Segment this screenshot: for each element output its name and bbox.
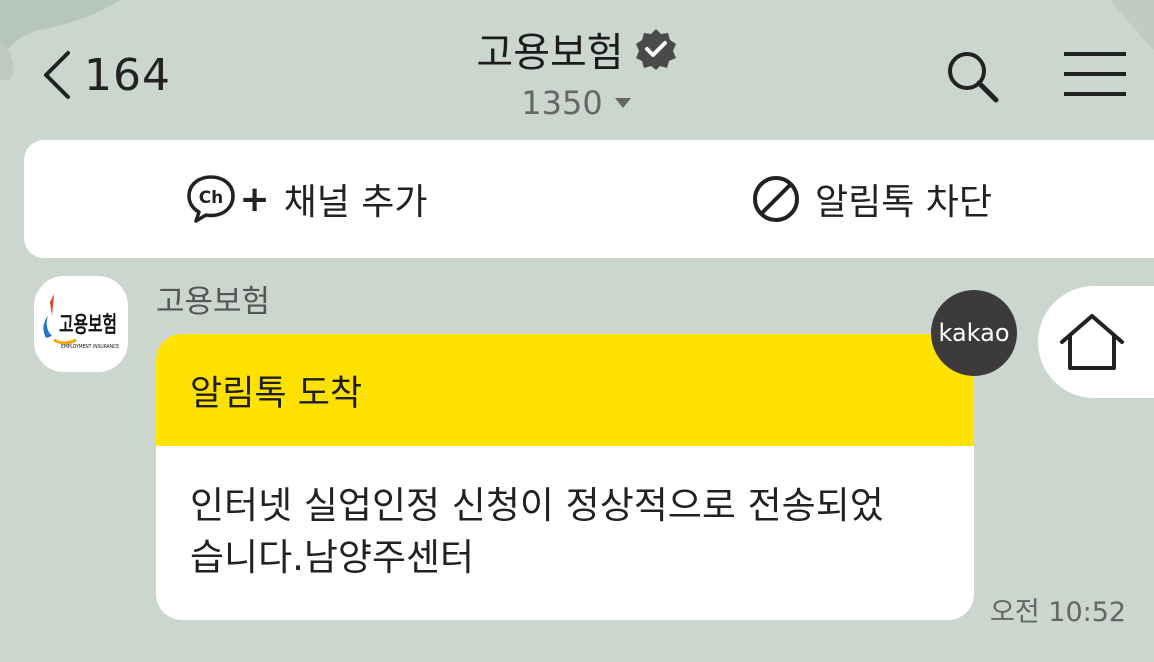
- employment-insurance-logo: 고용보험 EMPLOYMENT INSURANCE: [43, 294, 119, 350]
- home-icon: [1060, 314, 1124, 370]
- avatar-logo-text: 고용보험: [59, 312, 117, 338]
- kakao-badge-label: kakao: [938, 319, 1010, 347]
- message-body-line-2: 습니다.남양주센터: [190, 536, 475, 579]
- block-notification-label: 알림톡 차단: [814, 182, 993, 223]
- channel-icon-text: Ch: [199, 188, 224, 208]
- kakao-badge[interactable]: kakao: [931, 290, 1017, 376]
- hamburger-menu-icon: [1064, 52, 1126, 96]
- search-icon: [948, 52, 999, 103]
- block-notification-button[interactable]: 알림톡 차단: [589, 140, 1154, 258]
- channel-icon-group: Ch +: [185, 173, 270, 225]
- member-count: 1350: [521, 84, 603, 122]
- avatar[interactable]: 고용보험 EMPLOYMENT INSURANCE: [34, 276, 128, 372]
- avatar-logo-subtext: EMPLOYMENT INSURANCE: [61, 344, 119, 350]
- message-body: 인터넷 실업인정 신청이 정상적으로 전송되었 습니다.남양주센터: [156, 446, 974, 584]
- sender-name: 고용보험: [156, 284, 271, 320]
- message-bubble[interactable]: 알림톡 도착 인터넷 실업인정 신청이 정상적으로 전송되었 습니다.남양주센터: [156, 334, 974, 620]
- message-body-line-1: 인터넷 실업인정 신청이 정상적으로 전송되었: [190, 484, 884, 527]
- chat-title: 고용보험: [476, 30, 624, 76]
- bubble-header: 알림톡 도착: [156, 334, 974, 446]
- home-button[interactable]: [1038, 286, 1154, 398]
- message-timestamp: 오전 10:52: [990, 597, 1127, 628]
- search-button[interactable]: [942, 46, 1002, 106]
- add-channel-label: 채널 추가: [283, 182, 428, 223]
- add-channel-plus: +: [239, 178, 270, 220]
- caret-down-icon: [614, 98, 631, 108]
- bubble-title: 알림톡 도착: [190, 373, 363, 414]
- channel-action-bar: Ch + 채널 추가 알림톡 차단: [24, 140, 1154, 258]
- channel-icon: Ch: [187, 175, 236, 223]
- verified-badge-icon: [635, 29, 676, 70]
- add-channel-button[interactable]: Ch + 채널 추가: [24, 140, 589, 258]
- block-icon: [752, 176, 799, 222]
- menu-button[interactable]: [1060, 48, 1130, 100]
